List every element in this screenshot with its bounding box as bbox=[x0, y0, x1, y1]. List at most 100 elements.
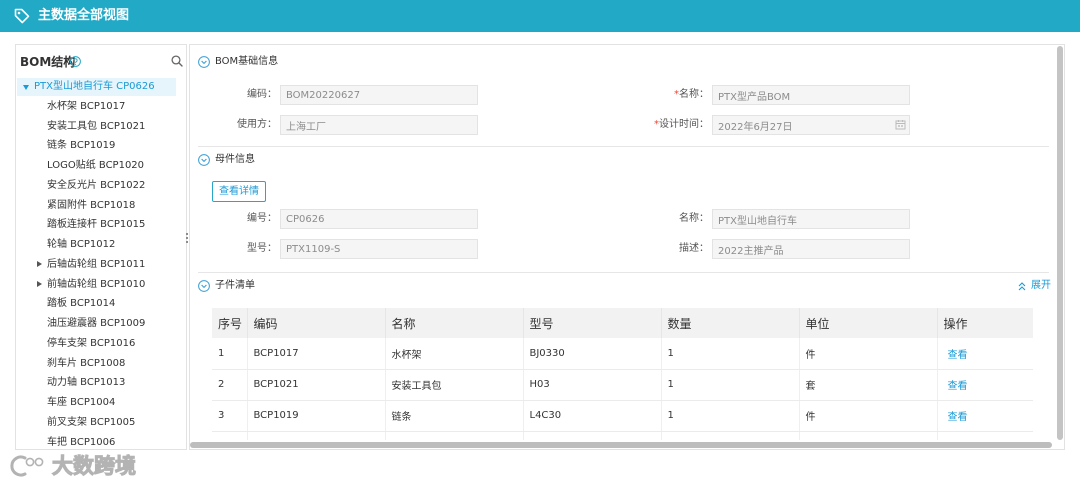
field-label-parent-model: 型号： bbox=[197, 239, 277, 259]
column-header-unit: 单位 bbox=[799, 308, 938, 338]
brand-logo-icon bbox=[10, 455, 44, 477]
tree-node-label: 油压避震器 BCP1009 bbox=[47, 318, 146, 329]
tree-node[interactable]: 前轴齿轮组 BCP1010 bbox=[16, 275, 186, 295]
tree-node-label: 紧固附件 BCP1018 bbox=[47, 199, 136, 211]
tree-node-label: 动力轴 BCP1013 bbox=[47, 377, 126, 389]
code-field[interactable] bbox=[280, 85, 478, 105]
tree-node[interactable]: 刹车片 BCP1008 bbox=[16, 354, 186, 374]
cell-quantity: 1 bbox=[661, 369, 800, 401]
parent-model-field[interactable] bbox=[280, 239, 478, 259]
cell-model: L4C30 bbox=[523, 400, 662, 432]
view-link[interactable]: 查看 bbox=[948, 350, 968, 361]
cell-unit: 件 bbox=[799, 338, 938, 370]
parent-description-field[interactable] bbox=[712, 239, 910, 259]
cell-unit: 套 bbox=[799, 369, 938, 401]
tree-node-label: 前轴齿轮组 BCP1010 bbox=[47, 278, 146, 290]
view-details-button[interactable]: 查看详情 bbox=[212, 181, 266, 202]
tree-node[interactable]: 后轴齿轮组 BCP1011 bbox=[16, 255, 186, 275]
tree-node[interactable]: 踏板 BCP1014 bbox=[16, 294, 186, 314]
double-chevron-up-icon[interactable] bbox=[1017, 281, 1027, 291]
chevron-circle-down-icon[interactable] bbox=[198, 154, 210, 166]
view-link[interactable]: 查看 bbox=[948, 412, 968, 423]
calendar-icon[interactable] bbox=[895, 119, 906, 130]
view-link[interactable]: 查看 bbox=[948, 381, 968, 392]
chevron-circle-down-icon[interactable] bbox=[198, 56, 210, 68]
tree-node[interactable]: 轮轴 BCP1012 bbox=[16, 235, 186, 255]
table-cell-empty bbox=[937, 431, 1033, 440]
tag-icon bbox=[14, 8, 30, 24]
horizontal-scrollbar[interactable] bbox=[190, 442, 1052, 448]
label-text: 名称： bbox=[679, 213, 709, 224]
field-label-parent-description: 描述： bbox=[609, 239, 709, 259]
cell-name: 水杯架 bbox=[385, 338, 524, 370]
child-parts-table: 序号 编码 名称 型号 数量 单位 操作 1 BCP1017 水杯架 BJ033… bbox=[212, 308, 1033, 440]
tree-node-label: 前叉支架 BCP1005 bbox=[47, 416, 136, 428]
tree-node-label: 后轴齿轮组 BCP1011 bbox=[47, 258, 146, 270]
tree-node[interactable]: LOGO贴纸 BCP1020 bbox=[16, 156, 186, 176]
tree-node[interactable]: 水杯架 BCP1017 bbox=[16, 97, 186, 117]
cell-index: 1 bbox=[212, 338, 248, 370]
column-header-action: 操作 bbox=[937, 308, 1033, 338]
cell-model: BJ0330 bbox=[523, 338, 662, 370]
tree-node[interactable]: 链条 BCP1019 bbox=[16, 136, 186, 156]
tree-node-label: 安装工具包 BCP1021 bbox=[47, 120, 146, 132]
tree-node-label: 停车支架 BCP1016 bbox=[47, 337, 136, 349]
table-cell-empty bbox=[799, 431, 938, 440]
section-header-parent-info[interactable]: 母件信息 bbox=[198, 154, 418, 166]
table-cell-empty bbox=[247, 431, 386, 440]
page-title: 主数据全部视图 bbox=[38, 8, 130, 23]
field-label-name: *名称： bbox=[609, 85, 709, 105]
search-icon[interactable] bbox=[171, 55, 183, 67]
tree-node[interactable]: 安全反光片 BCP1022 bbox=[16, 176, 186, 196]
name-field[interactable] bbox=[712, 85, 910, 105]
field-label-parent-name: 名称： bbox=[609, 209, 709, 229]
watermark: 大数跨境 bbox=[8, 451, 148, 481]
label-text: 使用方： bbox=[237, 119, 277, 130]
caret-down-icon[interactable] bbox=[23, 85, 29, 90]
cell-quantity: 1 bbox=[661, 400, 800, 432]
tree-node[interactable]: 踏板连接杆 BCP1015 bbox=[16, 215, 186, 235]
caret-right-icon[interactable] bbox=[37, 261, 42, 268]
field-label-design-time: *设计时间： bbox=[609, 115, 709, 135]
column-header-model: 型号 bbox=[523, 308, 662, 338]
tree-node-label: PTX型山地自行车 CP0626 bbox=[34, 81, 155, 92]
tree-node[interactable]: 车把 BCP1006 bbox=[16, 433, 186, 450]
expand-toggle[interactable]: 展开 bbox=[1017, 280, 1053, 292]
table-cell-empty bbox=[661, 431, 800, 440]
field-label-user: 使用方： bbox=[197, 115, 277, 135]
tree-node[interactable]: 车座 BCP1004 bbox=[16, 393, 186, 413]
tree-node-label: 安全反光片 BCP1022 bbox=[47, 179, 146, 191]
cell-model: H03 bbox=[523, 369, 662, 401]
label-text: 描述： bbox=[679, 243, 709, 254]
tree-node[interactable]: 动力轴 BCP1013 bbox=[16, 373, 186, 393]
label-text: 设计时间： bbox=[659, 119, 709, 130]
parent-number-field[interactable] bbox=[280, 209, 478, 229]
section-header-child-list[interactable]: 子件清单 bbox=[198, 280, 418, 292]
section-header-bom-info[interactable]: BOM基础信息 bbox=[198, 56, 418, 68]
question-circle-icon[interactable] bbox=[70, 56, 81, 67]
column-header-index: 序号 bbox=[212, 308, 248, 338]
cell-code: BCP1017 bbox=[247, 338, 386, 370]
caret-right-icon[interactable] bbox=[37, 280, 42, 287]
column-header-quantity: 数量 bbox=[661, 308, 800, 338]
vertical-scrollbar[interactable] bbox=[1057, 46, 1063, 440]
table-row: 2 BCP1021 安装工具包 H03 1 套 查看 bbox=[212, 369, 1033, 401]
tree-node[interactable]: 前叉支架 BCP1005 bbox=[16, 413, 186, 433]
table-cell-empty bbox=[212, 431, 248, 440]
table-header-row: 序号 编码 名称 型号 数量 单位 操作 bbox=[212, 308, 1033, 338]
tree-node[interactable]: 停车支架 BCP1016 bbox=[16, 334, 186, 354]
parent-name-field[interactable] bbox=[712, 209, 910, 229]
expand-label: 展开 bbox=[1031, 280, 1051, 291]
table-cell-empty bbox=[523, 431, 662, 440]
tree-node[interactable]: 油压避震器 BCP1009 bbox=[16, 314, 186, 334]
user-field[interactable] bbox=[280, 115, 478, 135]
tree-node[interactable]: 安装工具包 BCP1021 bbox=[16, 117, 186, 137]
tree-node-label: 车座 BCP1004 bbox=[47, 397, 116, 408]
table-cell-empty bbox=[385, 431, 524, 440]
chevron-circle-down-icon[interactable] bbox=[198, 280, 210, 292]
tree-node[interactable]: 紧固附件 BCP1018 bbox=[16, 196, 186, 216]
design-time-field[interactable] bbox=[712, 115, 910, 135]
tree-node-root[interactable]: PTX型山地自行车 CP0626 bbox=[16, 77, 186, 97]
cell-unit: 件 bbox=[799, 400, 938, 432]
cell-quantity: 1 bbox=[661, 338, 800, 370]
